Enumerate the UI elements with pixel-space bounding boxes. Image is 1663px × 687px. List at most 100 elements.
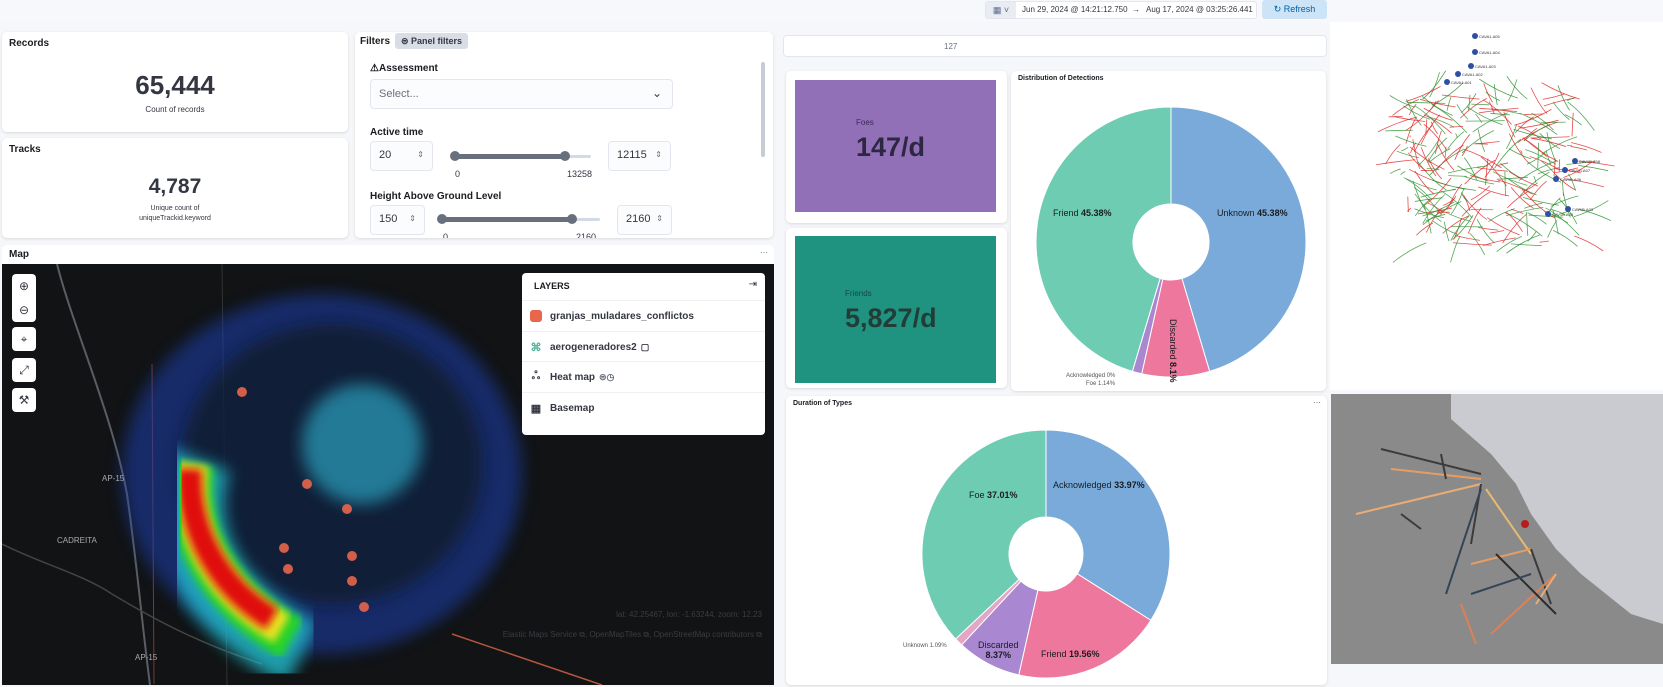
filters-title: Filters (360, 36, 391, 47)
friends-panel: Friends 5,827/d (786, 228, 1007, 388)
heatmap-icon: ஃ (531, 370, 541, 382)
track-line (1450, 188, 1465, 215)
height-agl-min-input[interactable]: 150 ⇕ (370, 205, 425, 235)
fullscreen-button[interactable]: ⤢ (12, 358, 36, 382)
timeline-bar[interactable]: 127 (783, 35, 1327, 57)
map-attribution: Elastic Maps Service ⧉, OpenMapTiles ⧉, … (502, 630, 762, 639)
track-line (1490, 112, 1511, 116)
stepper-icon[interactable]: ⇕ (656, 214, 663, 223)
track-line (1531, 112, 1554, 131)
collapse-layers-icon[interactable]: ⇥ (749, 279, 757, 290)
map-canvas[interactable]: CADREITA AP-15 AP-15 ⊕ ⊖ ⌖ ⤢ ⚒ LAYERS ⇥ … (2, 264, 774, 685)
track-line (1476, 167, 1508, 172)
track-line (1401, 147, 1409, 152)
active-time-label: Active time (370, 127, 424, 138)
calendar-icon[interactable]: ▦ ˅ (986, 2, 1016, 18)
sensor-label: CAV1B.A06 (1560, 177, 1582, 182)
friends-label: Friends (845, 289, 872, 298)
track-line (1477, 129, 1486, 152)
zoom-in-icon[interactable]: ⊕ (12, 274, 36, 298)
top-strip (0, 0, 1663, 22)
map-title: Map (9, 249, 29, 260)
track-line (1471, 103, 1489, 106)
sensor-node (1553, 176, 1559, 182)
distribution-panel: Distribution of Detections Friend 45.38%… (1011, 71, 1326, 391)
track-line (1400, 171, 1406, 175)
track-line (1539, 133, 1561, 150)
records-title: Records (9, 38, 50, 49)
foes-value: 147/d (856, 132, 926, 162)
track-line (1488, 101, 1495, 114)
panel-filters-badge[interactable]: ⊜ Panel filters (395, 33, 469, 49)
network-track-svg: CAVA1.A05 CAVA1.A04 CAVA1.A03 CAVA1.A02 CAVA… (1376, 33, 1615, 263)
assessment-select[interactable]: Select... ⌄ (370, 79, 673, 109)
slice-label-acknowledged: Acknowledged 33.97% (1053, 480, 1145, 490)
tracks-value: 4,787 (148, 175, 202, 198)
slice-label-discarded: Discarded 8.1% (1168, 319, 1178, 383)
track-line (1552, 229, 1578, 247)
stepper-icon[interactable]: ⇕ (409, 214, 416, 223)
locate-button[interactable]: ⌖ (12, 327, 36, 351)
height-agl-label: Height Above Ground Level (370, 191, 502, 202)
refresh-button[interactable]: ↻ Refresh (1262, 0, 1327, 19)
height-agl-upper-thumb[interactable] (567, 214, 577, 224)
track-line (1377, 116, 1418, 133)
track-line (1552, 101, 1570, 120)
stepper-icon[interactable]: ⇕ (655, 150, 662, 159)
friends-tile: Friends 5,827/d (795, 236, 996, 383)
track-line (1456, 186, 1477, 191)
stepper-icon[interactable]: ⇕ (417, 150, 424, 159)
active-time-range-max: 13258 (567, 169, 593, 179)
sensor-label: CAVA1.A05 (1479, 34, 1501, 39)
expand-icon: ⤢ (19, 362, 29, 377)
tools-button[interactable]: ⚒ (12, 388, 36, 412)
track-line (1431, 104, 1468, 133)
place-label-road: AP-15 (102, 474, 125, 483)
filters-panel: Filters ⊜ Panel filters ⚠Assessment Sele… (355, 32, 773, 238)
track-line (1461, 145, 1468, 157)
place-label-cadreita: CADREITA (57, 536, 97, 545)
wrench-icon: ⚒ (18, 393, 30, 407)
track-line (1498, 162, 1509, 166)
slice-label-foe: Foe 37.01% (969, 490, 1018, 500)
sensor-label: CAV1B.A07 (1569, 168, 1591, 173)
track-line (1571, 112, 1574, 137)
layer-item[interactable]: ⌘ aerogeneradores2 ▢ (522, 331, 765, 362)
zoom-out-icon[interactable]: ⊖ (12, 298, 36, 322)
sensor-label: CAVA1.A03 (1475, 64, 1497, 69)
records-subtitle: Count of records (145, 105, 205, 114)
track-line (1452, 242, 1492, 246)
active-time-upper-thumb[interactable] (559, 151, 570, 161)
track-line (1510, 243, 1542, 247)
layer-item[interactable]: ▦ Basemap (522, 392, 765, 423)
foes-tile: Foes 147/d (795, 80, 996, 212)
filters-scrollbar[interactable] (761, 62, 765, 157)
height-agl-lower-thumb[interactable] (436, 214, 447, 224)
active-time-min-input[interactable]: 20 ⇕ (370, 141, 433, 171)
active-time-lower-thumb[interactable] (450, 151, 461, 161)
panel-options-icon[interactable]: ⋯ (760, 248, 768, 257)
slice-label-acknowledged: Acknowledged 0% (1066, 373, 1116, 379)
tooltip-icon: ▢ (640, 341, 650, 352)
track-line (1541, 82, 1580, 100)
track-line (1389, 95, 1416, 108)
warning-icon: ⚠ (370, 63, 379, 74)
date-start[interactable]: Jun 29, 2024 @ 14:21:12.750 (1022, 5, 1128, 14)
track-line (1423, 123, 1448, 151)
layer-item[interactable]: ஃ Heat map ⊜◷ (522, 361, 765, 392)
active-time-range-min: 0 (455, 169, 461, 179)
track-line (1446, 96, 1452, 111)
track-line (1405, 118, 1417, 144)
slice-label-friend: Friend 45.38% (1053, 208, 1112, 218)
track-line (1450, 236, 1461, 263)
layer-item[interactable]: granjas_muladares_conflictos (522, 300, 765, 331)
slice-label-unknown: Unknown 1.09% (903, 643, 947, 649)
track-line (1561, 180, 1564, 196)
date-end[interactable]: Aug 17, 2024 @ 03:25:26.441 (1146, 5, 1253, 14)
date-picker[interactable]: ▦ ˅ Jun 29, 2024 @ 14:21:12.750 → Aug 17… (985, 1, 1257, 19)
satellite-track-image (1331, 394, 1663, 664)
track-line (1476, 219, 1495, 244)
height-agl-max-input[interactable]: 2160 ⇕ (617, 205, 672, 235)
active-time-max-input[interactable]: 12115 ⇕ (608, 141, 671, 171)
records-value: 65,444 (135, 70, 215, 100)
